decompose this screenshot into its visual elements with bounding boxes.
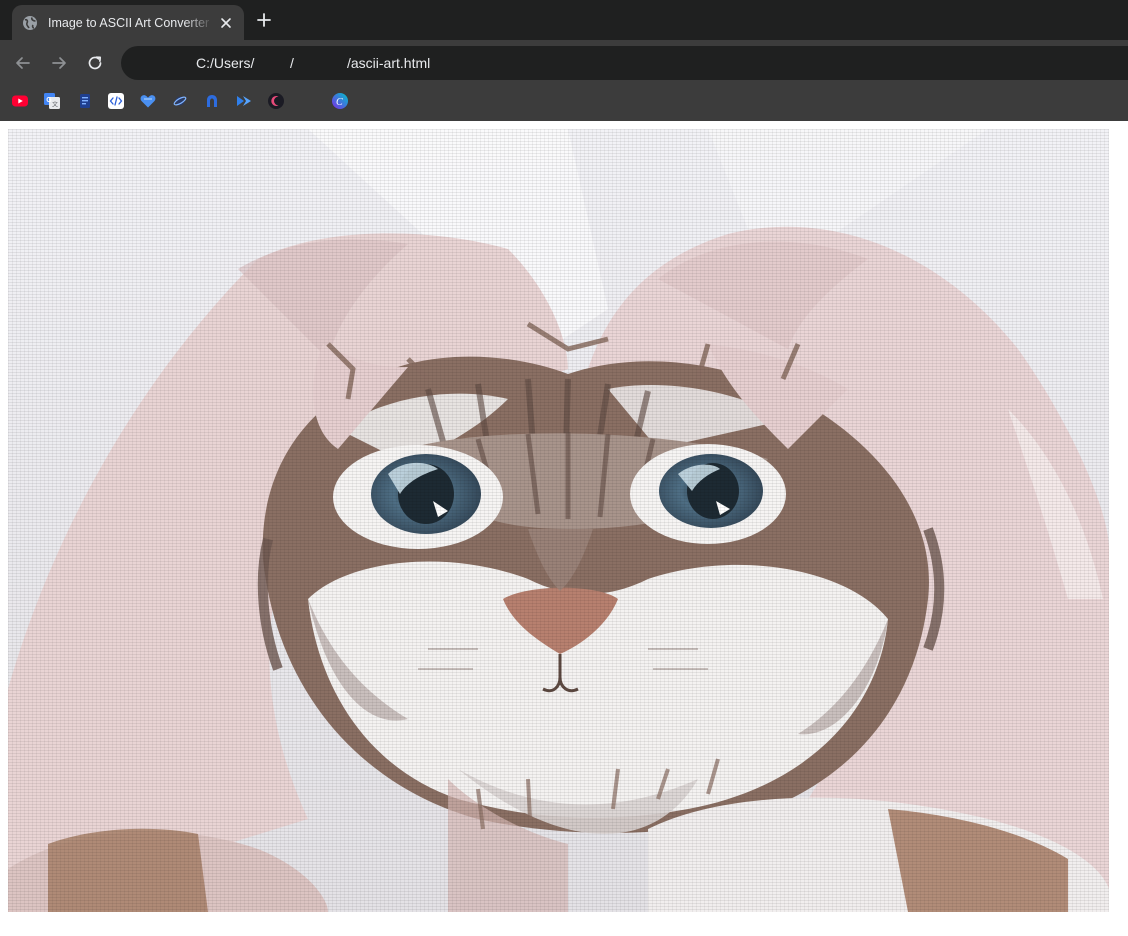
google-translate-icon[interactable]: G 文 [43, 92, 61, 110]
browser-tab[interactable]: Image to ASCII Art Converter Ex [12, 5, 244, 40]
tab-strip: Image to ASCII Art Converter Ex [0, 0, 1128, 40]
plus-icon[interactable] [255, 11, 273, 29]
url-segment-separator: / [290, 55, 294, 71]
youtube-icon[interactable] [11, 92, 29, 110]
svg-text:文: 文 [52, 101, 58, 109]
ascii-art-output [8, 129, 1109, 912]
bookmarks-bar: G 文 C [0, 86, 1128, 121]
document-app-icon[interactable] [76, 92, 94, 110]
close-icon[interactable] [218, 15, 234, 31]
ascii-art-cat-image [8, 129, 1109, 912]
svg-text:C: C [336, 97, 343, 108]
globe-icon [23, 15, 37, 30]
reload-icon[interactable] [85, 53, 105, 73]
address-bar[interactable]: C:/Users/ / /ascii-art.html [121, 46, 1128, 80]
arrow-right-icon[interactable] [49, 53, 69, 73]
canva-icon[interactable]: C [331, 92, 349, 110]
orbit-icon[interactable] [171, 92, 189, 110]
arrow-left-icon[interactable] [13, 53, 33, 73]
chevron-logo-icon[interactable] [235, 92, 253, 110]
heart-shield-icon[interactable] [139, 92, 157, 110]
moon-logo-icon[interactable] [267, 92, 285, 110]
url-segment-file: /ascii-art.html [347, 55, 431, 71]
browser-toolbar: C:/Users/ / /ascii-art.html [0, 40, 1128, 86]
code-editor-icon[interactable] [107, 92, 125, 110]
tab-title: Image to ASCII Art Converter Ex [48, 15, 214, 30]
dark-logo-icon[interactable] [203, 92, 221, 110]
url-segment-users: C:/Users/ [196, 55, 255, 71]
